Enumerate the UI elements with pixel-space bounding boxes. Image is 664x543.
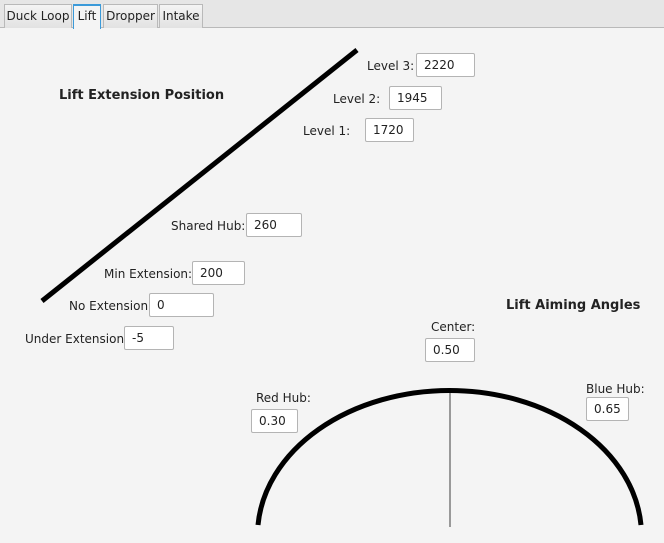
level-2-label: Level 2: <box>333 92 381 106</box>
red-hub-label: Red Hub: <box>256 391 311 405</box>
level-3-input[interactable] <box>416 53 475 77</box>
lift-extension-title: Lift Extension Position <box>59 88 225 103</box>
min-extension-input[interactable] <box>192 261 245 285</box>
shared-hub-label: Shared Hub: <box>171 219 246 233</box>
blue-hub-input[interactable] <box>586 397 629 421</box>
center-label: Center: <box>431 320 476 334</box>
no-extension-label: No Extension: <box>69 299 153 313</box>
red-hub-input[interactable] <box>251 409 298 433</box>
min-extension-label: Min Extension: <box>104 267 193 281</box>
no-extension-input[interactable] <box>149 293 214 317</box>
shared-hub-input[interactable] <box>246 213 302 237</box>
level-1-input[interactable] <box>365 118 414 142</box>
under-extension-input[interactable] <box>124 326 174 350</box>
center-input[interactable] <box>425 338 475 362</box>
aiming-angles-title: Lift Aiming Angles <box>506 298 641 313</box>
level-3-label: Level 3: <box>367 59 415 73</box>
level-1-label: Level 1: <box>303 124 351 138</box>
under-extension-label: Under Extension: <box>25 332 129 346</box>
lift-aiming-drawing <box>40 48 644 527</box>
blue-hub-label: Blue Hub: <box>586 382 645 396</box>
level-2-input[interactable] <box>389 86 442 110</box>
